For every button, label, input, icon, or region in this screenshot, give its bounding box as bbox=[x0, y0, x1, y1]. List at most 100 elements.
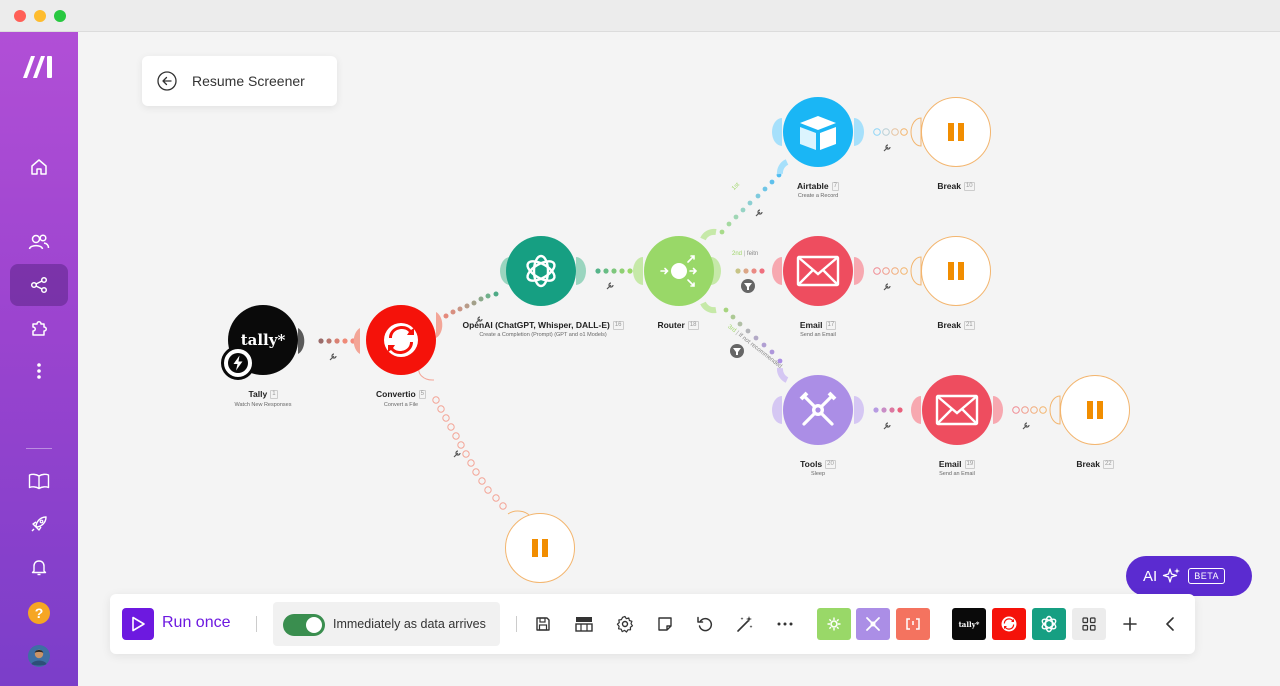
lightning-icon bbox=[228, 353, 248, 373]
text-parser-tool-button[interactable] bbox=[896, 608, 930, 640]
more-options-button[interactable] bbox=[775, 614, 795, 634]
module-label: Break 10 bbox=[937, 181, 975, 192]
openai-icon bbox=[1041, 615, 1057, 633]
wrench-icon[interactable] bbox=[605, 281, 615, 291]
module-break-convertio[interactable] bbox=[505, 513, 575, 583]
openai-icon bbox=[526, 254, 556, 288]
flow-control-tool-button[interactable] bbox=[817, 608, 851, 640]
tools-tool-button[interactable] bbox=[856, 608, 890, 640]
favorite-tally-button[interactable]: tally* bbox=[952, 608, 986, 640]
sidebar-item-home[interactable] bbox=[10, 146, 68, 188]
route-label-2: 2nd | feitn bbox=[732, 251, 759, 257]
connector-router-email bbox=[735, 268, 765, 274]
module-tools[interactable] bbox=[783, 375, 853, 445]
magic-wand-icon bbox=[737, 616, 753, 632]
notes-button[interactable] bbox=[655, 614, 675, 634]
module-break-10[interactable] bbox=[921, 97, 991, 167]
module-break-22[interactable] bbox=[1060, 375, 1130, 445]
run-once-button[interactable] bbox=[122, 608, 154, 640]
toolbar-divider bbox=[516, 616, 517, 632]
history-button[interactable] bbox=[695, 614, 715, 634]
save-button[interactable] bbox=[533, 614, 553, 634]
back-to-scenarios-button[interactable]: Resume Screener bbox=[142, 56, 337, 106]
sidebar-item-profile[interactable] bbox=[10, 635, 68, 677]
make-logo[interactable] bbox=[10, 46, 68, 88]
pause-icon bbox=[532, 539, 548, 557]
schedule-control[interactable]: Immediately as data arrives bbox=[273, 602, 500, 646]
scenario-canvas[interactable]: Resume Screener tally* Tally 1 Watch New … bbox=[78, 32, 1280, 686]
wrench-icon[interactable] bbox=[328, 352, 338, 362]
app-window: ? Resume Screener tally* Tally 1 Watch N… bbox=[0, 0, 1280, 686]
tally-icon: tally* bbox=[958, 619, 980, 629]
chevron-left-icon bbox=[1166, 617, 1174, 631]
wrench-icon[interactable] bbox=[754, 208, 764, 218]
wrench-icon[interactable] bbox=[452, 449, 462, 459]
add-favorite-button[interactable] bbox=[1120, 614, 1140, 634]
connector-email-break-2 bbox=[1012, 406, 1047, 414]
convertio-icon bbox=[384, 323, 418, 357]
scenario-title: Resume Screener bbox=[192, 73, 305, 89]
run-once-label[interactable]: Run once bbox=[162, 614, 231, 632]
undo-icon bbox=[697, 616, 713, 632]
sidebar-item-scenarios[interactable] bbox=[10, 264, 68, 306]
connector-airtable-break bbox=[873, 128, 908, 136]
home-icon bbox=[31, 159, 47, 175]
filter-icon[interactable] bbox=[741, 279, 755, 293]
toolbar-divider bbox=[256, 616, 257, 632]
router-icon bbox=[660, 255, 698, 287]
module-convertio[interactable] bbox=[366, 305, 436, 375]
schedule-toggle[interactable] bbox=[283, 614, 325, 636]
module-airtable[interactable] bbox=[783, 97, 853, 167]
favorite-convertio-button[interactable] bbox=[992, 608, 1026, 640]
tools-icon bbox=[799, 391, 837, 426]
sidebar-item-more[interactable] bbox=[10, 350, 68, 392]
wrench-icon[interactable] bbox=[474, 315, 484, 325]
module-label: Break 21 bbox=[937, 320, 975, 331]
book-icon bbox=[28, 473, 50, 490]
connector-convertio-break bbox=[432, 396, 507, 510]
rocket-icon bbox=[31, 516, 47, 532]
wrench-icon[interactable] bbox=[1021, 421, 1031, 431]
play-icon bbox=[132, 616, 145, 632]
sidebar-item-whats-new[interactable] bbox=[10, 503, 68, 545]
module-email-19[interactable] bbox=[922, 375, 992, 445]
sidebar-item-help[interactable]: ? bbox=[10, 592, 68, 634]
wrench-icon[interactable] bbox=[882, 282, 892, 292]
wrench-icon[interactable] bbox=[882, 421, 892, 431]
sidebar-divider bbox=[26, 448, 52, 449]
all-apps-button[interactable] bbox=[1072, 608, 1106, 640]
module-openai[interactable] bbox=[506, 236, 576, 306]
sidebar-item-notifications[interactable] bbox=[10, 546, 68, 588]
more-horizontal-icon bbox=[777, 622, 793, 626]
sidebar-item-team[interactable] bbox=[10, 221, 68, 263]
make-logo-icon bbox=[23, 56, 52, 78]
sidebar-item-resources[interactable] bbox=[10, 460, 68, 502]
grid-icon bbox=[1082, 617, 1096, 631]
auto-align-button[interactable] bbox=[735, 614, 755, 634]
collapse-toolbar-button[interactable] bbox=[1160, 614, 1180, 634]
window-titlebar bbox=[0, 0, 1280, 32]
wrench-icon[interactable] bbox=[882, 143, 892, 153]
maximize-window-button[interactable] bbox=[54, 10, 66, 22]
minimize-window-button[interactable] bbox=[34, 10, 46, 22]
module-break-21[interactable] bbox=[921, 236, 991, 306]
puzzle-icon bbox=[32, 321, 47, 336]
tally-logo: tally* bbox=[240, 331, 286, 349]
scenarios-icon bbox=[30, 276, 48, 294]
favorite-openai-button[interactable] bbox=[1032, 608, 1066, 640]
filter-icon[interactable] bbox=[730, 344, 744, 358]
settings-button[interactable] bbox=[615, 614, 635, 634]
trigger-badge-icon[interactable] bbox=[221, 346, 255, 380]
module-router[interactable] bbox=[644, 236, 714, 306]
module-action: Create a Completion (Prompt) (GPT and o1… bbox=[479, 332, 607, 338]
sparkles-icon bbox=[1163, 568, 1181, 583]
pause-icon bbox=[1087, 401, 1103, 419]
ai-assistant-button[interactable]: AI BETA bbox=[1126, 556, 1252, 596]
scenario-settings-button[interactable] bbox=[573, 614, 595, 634]
scenario-toolbar: Run once Immediately as data arrives tal… bbox=[110, 594, 1195, 654]
sidebar-item-apps[interactable] bbox=[10, 307, 68, 349]
module-email-17[interactable] bbox=[783, 236, 853, 306]
pause-icon bbox=[948, 123, 964, 141]
more-vertical-icon bbox=[37, 363, 41, 379]
close-window-button[interactable] bbox=[14, 10, 26, 22]
